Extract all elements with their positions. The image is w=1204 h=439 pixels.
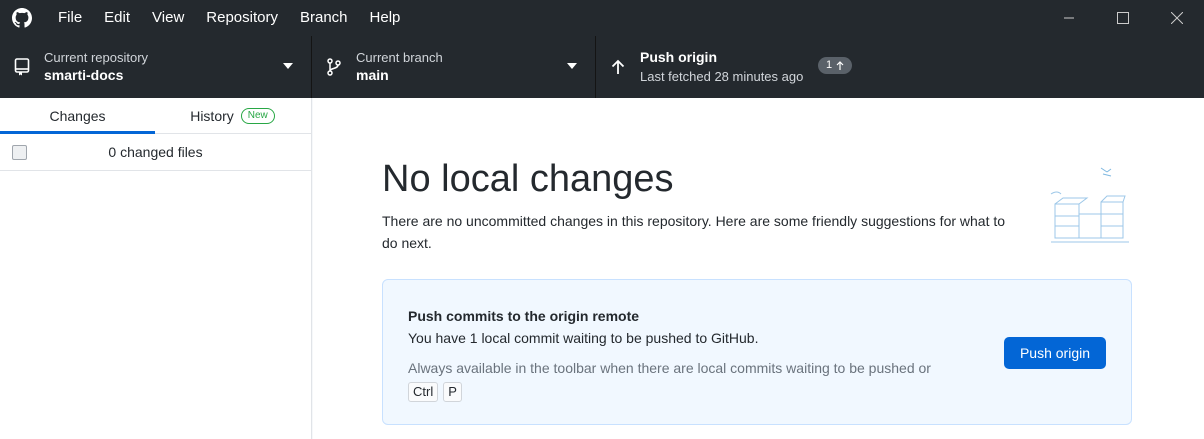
repository-name: smarti-docs	[44, 67, 124, 83]
repo-icon	[13, 58, 31, 76]
card-description: You have 1 local commit waiting to be pu…	[408, 330, 759, 346]
menu-bar: File Edit View Repository Branch Help	[0, 0, 1204, 36]
ahead-count: 1	[826, 59, 833, 71]
branch-label: Current branch	[356, 50, 443, 65]
branch-name: main	[356, 67, 389, 83]
minimize-icon[interactable]	[1042, 0, 1096, 36]
chevron-down-icon	[283, 63, 293, 69]
window-controls	[1042, 0, 1204, 36]
shortcut-key-p: P	[443, 382, 462, 402]
sidebar: Changes History New 0 changed files	[0, 98, 312, 439]
tab-changes-label: Changes	[49, 107, 106, 124]
card-hint-text: Always available in the toolbar when the…	[408, 360, 931, 376]
ahead-count-badge: 1	[818, 57, 853, 74]
menu-branch[interactable]: Branch	[289, 0, 359, 36]
menu-edit[interactable]: Edit	[93, 0, 141, 36]
tab-changes[interactable]: Changes	[0, 98, 155, 134]
page-description: There are no uncommitted changes in this…	[382, 213, 1006, 251]
close-icon[interactable]	[1150, 0, 1204, 36]
menu-file[interactable]: File	[47, 0, 93, 36]
sidebar-tabs: Changes History New	[0, 98, 311, 134]
chevron-down-icon	[567, 63, 577, 69]
github-icon[interactable]	[11, 7, 33, 29]
toolbar: Current repository smarti-docs Current b…	[0, 36, 1204, 98]
last-fetched-text: Last fetched 28 minutes ago	[640, 69, 804, 84]
tab-history-label: History	[190, 107, 234, 124]
main-panel: No local changes There are no uncommitte…	[313, 98, 1204, 439]
push-origin-button[interactable]: Push origin Last fetched 28 minutes ago …	[596, 36, 886, 98]
card-title: Push commits to the origin remote	[408, 308, 640, 324]
card-hint: Always available in the toolbar when the…	[408, 357, 988, 402]
branch-icon	[325, 58, 343, 76]
shortcut-key-ctrl: Ctrl	[408, 382, 439, 402]
changed-files-count: 0 changed files	[108, 144, 203, 160]
page-title: No local changes	[382, 158, 674, 200]
push-suggestion-card: Push commits to the origin remote You ha…	[382, 279, 1132, 425]
arrow-up-icon	[836, 61, 844, 70]
push-origin-card-button[interactable]: Push origin	[1004, 337, 1106, 369]
empty-state-illustration-icon	[1050, 167, 1129, 243]
menu-view[interactable]: View	[141, 0, 195, 36]
new-badge: New	[240, 107, 275, 124]
tab-history[interactable]: History New	[155, 98, 310, 133]
maximize-icon[interactable]	[1096, 0, 1150, 36]
push-title: Push origin	[640, 49, 717, 65]
select-all-checkbox[interactable]	[12, 145, 27, 160]
arrow-up-icon	[609, 58, 627, 76]
menu-help[interactable]: Help	[359, 0, 412, 36]
repository-label: Current repository	[44, 50, 149, 65]
changed-files-header: 0 changed files	[0, 134, 311, 171]
current-repository-button[interactable]: Current repository smarti-docs	[0, 36, 312, 98]
menu-repository[interactable]: Repository	[195, 0, 289, 36]
current-branch-button[interactable]: Current branch main	[312, 36, 596, 98]
